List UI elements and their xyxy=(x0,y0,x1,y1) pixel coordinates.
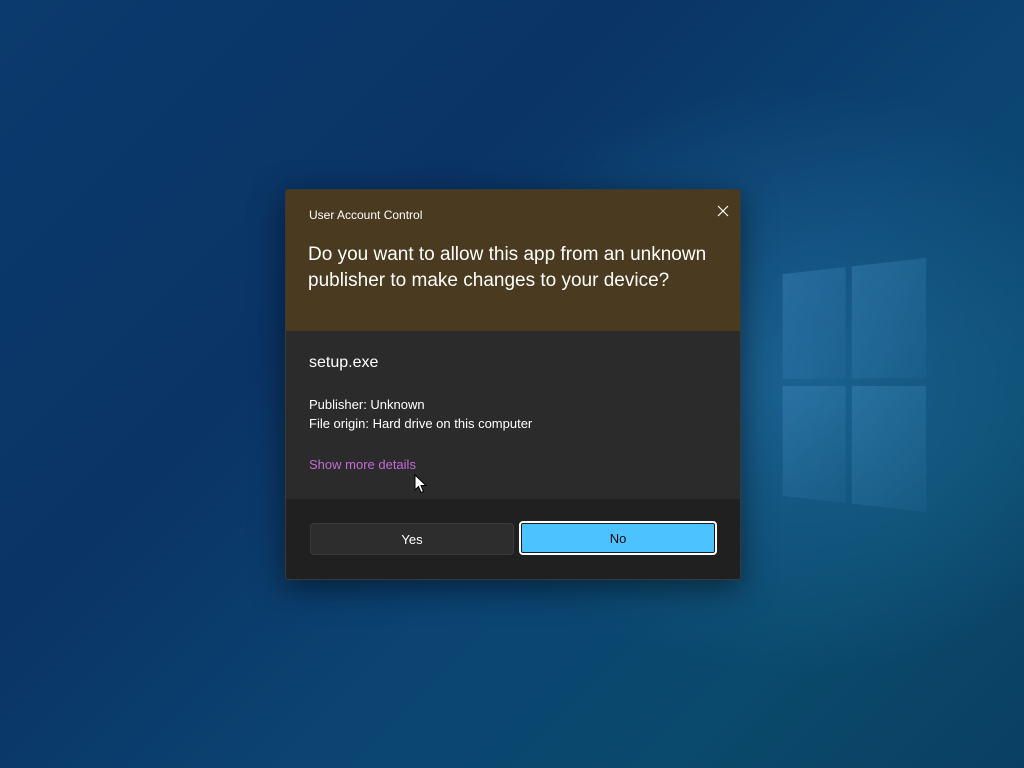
logo-pane xyxy=(851,258,926,379)
dialog-title: User Account Control xyxy=(309,208,423,222)
close-icon xyxy=(717,205,729,217)
logo-pane xyxy=(782,267,846,379)
file-origin-info: File origin: Hard drive on this computer xyxy=(309,416,533,431)
mouse-pointer-icon xyxy=(414,474,428,494)
publisher-info: Publisher: Unknown xyxy=(309,397,425,412)
close-button[interactable] xyxy=(710,198,736,224)
dialog-header: User Account Control Do you want to allo… xyxy=(286,190,740,331)
dialog-footer: Yes No xyxy=(286,499,740,579)
dialog-question: Do you want to allow this app from an un… xyxy=(308,244,707,291)
yes-button[interactable]: Yes xyxy=(310,523,514,555)
logo-pane xyxy=(851,385,926,512)
show-more-details-link[interactable]: Show more details xyxy=(309,457,416,472)
no-button[interactable]: No xyxy=(519,521,717,555)
logo-pane xyxy=(782,385,846,503)
app-name: setup.exe xyxy=(309,354,379,371)
uac-dialog: User Account Control Do you want to allo… xyxy=(285,189,741,580)
windows-logo-icon xyxy=(782,258,926,512)
